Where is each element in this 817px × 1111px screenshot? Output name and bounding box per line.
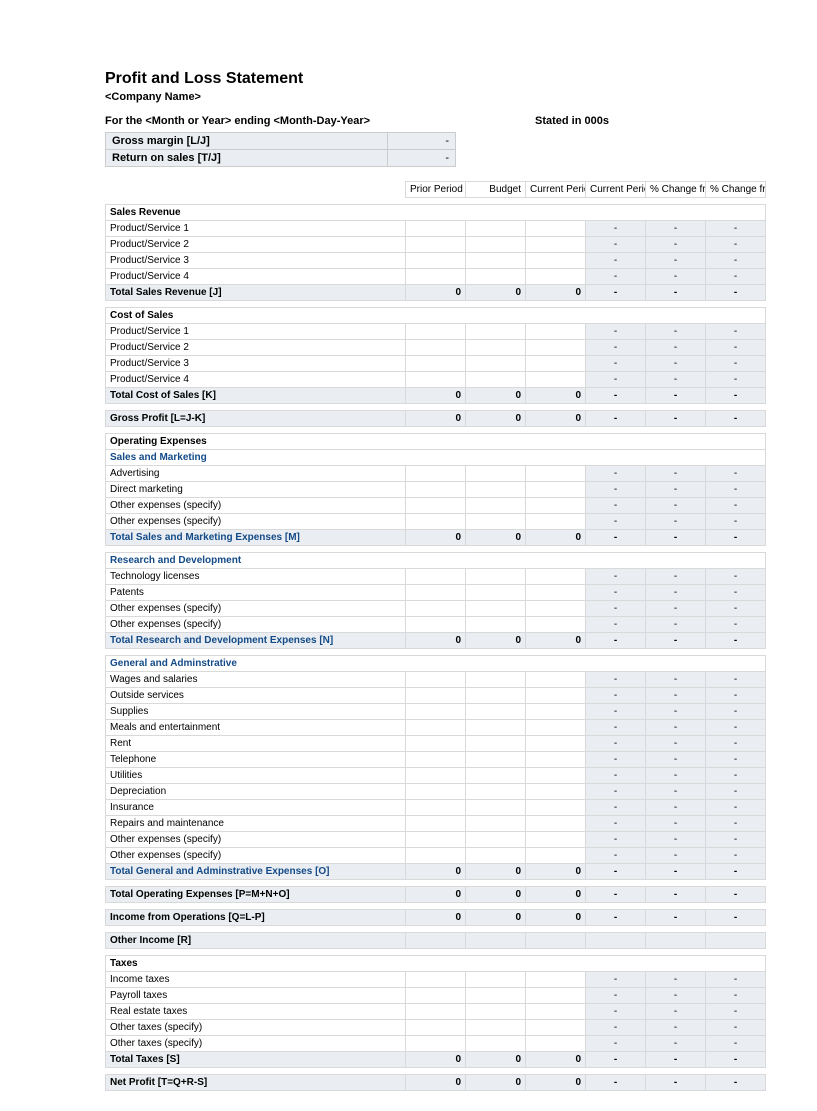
- col-pct-prior: % Change from Prior Period: [646, 182, 706, 198]
- period-line: For the <Month or Year> ending <Month-Da…: [105, 115, 765, 127]
- table-row: Product/Service 2---: [106, 340, 766, 356]
- table-row: Other taxes (specify)---: [106, 1036, 766, 1052]
- table-row: Payroll taxes---: [106, 988, 766, 1004]
- sales-revenue-title: Sales Revenue: [106, 205, 766, 221]
- table-row: Product/Service 2---: [106, 237, 766, 253]
- table-row: Real estate taxes---: [106, 1004, 766, 1020]
- table-row: Other expenses (specify)---: [106, 601, 766, 617]
- profit-loss-statement: Profit and Loss Statement <Company Name>…: [0, 0, 815, 1111]
- table-row: Other taxes (specify)---: [106, 1020, 766, 1036]
- total-ga: Total General and Adminstrative Expenses…: [106, 864, 766, 880]
- ga-title: General and Adminstrative: [106, 656, 766, 672]
- rd-title: Research and Development: [106, 553, 766, 569]
- pl-table: Prior Period Budget Current Period Curre…: [105, 181, 766, 1091]
- table-row: Product/Service 3---: [106, 253, 766, 269]
- col-prior-period: Prior Period: [406, 182, 466, 198]
- table-row: Repairs and maintenance---: [106, 816, 766, 832]
- table-row: Telephone---: [106, 752, 766, 768]
- period-ending: For the <Month or Year> ending <Month-Da…: [105, 115, 535, 127]
- return-on-sales-label: Return on sales [T/J]: [106, 150, 388, 167]
- taxes-title: Taxes: [106, 956, 766, 972]
- table-row: Technology licenses---: [106, 569, 766, 585]
- column-headers: Prior Period Budget Current Period Curre…: [106, 182, 766, 198]
- col-budget: Budget: [466, 182, 526, 198]
- table-row: Other expenses (specify)---: [106, 514, 766, 530]
- table-row: Advertising---: [106, 466, 766, 482]
- gross-margin-label: Gross margin [L/J]: [106, 133, 388, 150]
- table-row: Income taxes---: [106, 972, 766, 988]
- table-row: Product/Service 1---: [106, 324, 766, 340]
- return-on-sales-value: -: [388, 150, 456, 167]
- total-sm: Total Sales and Marketing Expenses [M]00…: [106, 530, 766, 546]
- col-current-period: Current Period: [526, 182, 586, 198]
- table-row: Product/Service 3---: [106, 356, 766, 372]
- table-row: Depreciation---: [106, 784, 766, 800]
- table-row: Product/Service 4---: [106, 372, 766, 388]
- col-pct-sales: Current Period as % of Sales: [586, 182, 646, 198]
- table-row: Other expenses (specify)---: [106, 498, 766, 514]
- total-rd: Total Research and Development Expenses …: [106, 633, 766, 649]
- table-row: Rent---: [106, 736, 766, 752]
- total-op-exp: Total Operating Expenses [P=M+N+O]000---: [106, 887, 766, 903]
- table-row: Product/Service 4---: [106, 269, 766, 285]
- table-row: Product/Service 1---: [106, 221, 766, 237]
- net-profit: Net Profit [T=Q+R-S]000---: [106, 1075, 766, 1091]
- operating-expenses-title: Operating Expenses: [106, 434, 766, 450]
- total-taxes: Total Taxes [S]000---: [106, 1052, 766, 1068]
- gross-margin-value: -: [388, 133, 456, 150]
- gross-profit: Gross Profit [L=J-K]000---: [106, 411, 766, 427]
- document-title: Profit and Loss Statement: [105, 70, 765, 88]
- income-ops: Income from Operations [Q=L-P]000---: [106, 910, 766, 926]
- table-row: Patents---: [106, 585, 766, 601]
- sm-title: Sales and Marketing: [106, 450, 766, 466]
- other-income: Other Income [R]: [106, 933, 766, 949]
- table-row: Direct marketing---: [106, 482, 766, 498]
- table-row: Supplies---: [106, 704, 766, 720]
- table-row: Insurance---: [106, 800, 766, 816]
- ratio-summary: Gross margin [L/J] - Return on sales [T/…: [105, 132, 456, 167]
- table-row: Other expenses (specify)---: [106, 848, 766, 864]
- table-row: Utilities---: [106, 768, 766, 784]
- total-cost-of-sales: Total Cost of Sales [K]000---: [106, 388, 766, 404]
- table-row: Wages and salaries---: [106, 672, 766, 688]
- table-row: Other expenses (specify)---: [106, 832, 766, 848]
- cost-of-sales-title: Cost of Sales: [106, 308, 766, 324]
- table-row: Meals and entertainment---: [106, 720, 766, 736]
- table-row: Other expenses (specify)---: [106, 617, 766, 633]
- col-pct-budget: % Change from Budget: [706, 182, 766, 198]
- total-sales-revenue: Total Sales Revenue [J]000---: [106, 285, 766, 301]
- stated-in: Stated in 000s: [535, 115, 765, 127]
- company-name: <Company Name>: [105, 91, 765, 103]
- table-row: Outside services---: [106, 688, 766, 704]
